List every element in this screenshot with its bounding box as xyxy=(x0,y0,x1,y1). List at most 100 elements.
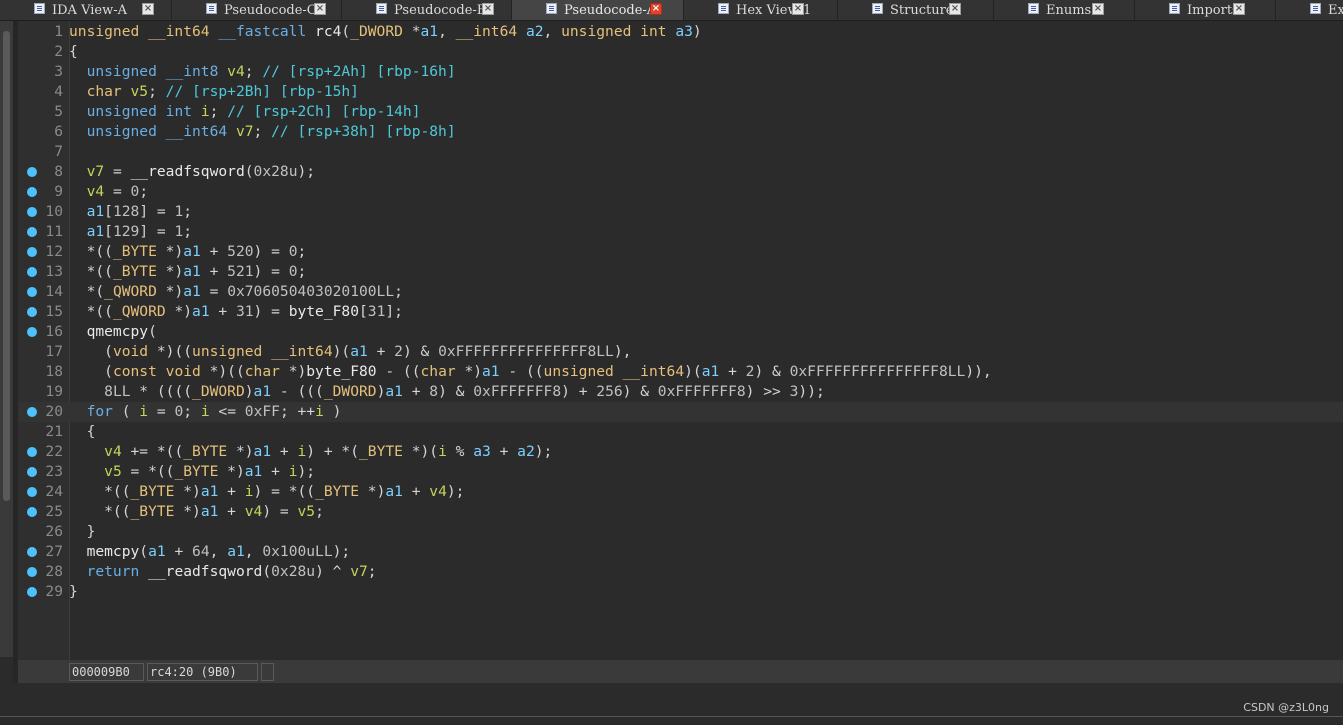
code-line[interactable]: 15 *((_QWORD *)a1 + 31) = byte_F80[31]; xyxy=(18,302,1343,322)
code-line[interactable]: 6 unsigned __int64 v7; // [rsp+38h] [rbp… xyxy=(18,122,1343,142)
code-area[interactable]: 1 unsigned __int64 __fastcall rc4(_DWORD … xyxy=(18,21,1343,660)
breakpoint-dot-icon[interactable] xyxy=(27,187,37,197)
breakpoint-dot-icon[interactable] xyxy=(27,567,37,577)
tab-hex-view-1[interactable]: Hex View-1 × xyxy=(684,0,838,20)
code-text[interactable]: (const void *)((char *)byte_F80 - ((char… xyxy=(69,362,992,382)
code-line[interactable]: 5 unsigned int i; // [rsp+2Ch] [rbp-14h] xyxy=(18,102,1343,122)
code-line[interactable]: 28 return __readfsqword(0x28u) ^ v7; xyxy=(18,562,1343,582)
code-text[interactable]: } xyxy=(69,582,78,602)
code-text[interactable]: *((_BYTE *)a1 + 521) = 0; xyxy=(69,262,307,282)
code-text[interactable]: *((_QWORD *)a1 + 31) = byte_F80[31]; xyxy=(69,302,403,322)
tab-expo[interactable]: Expo xyxy=(1276,0,1343,20)
code-line[interactable]: 1 unsigned __int64 __fastcall rc4(_DWORD … xyxy=(18,22,1343,42)
code-line[interactable]: 17 (void *)((unsigned __int64)(a1 + 2) &… xyxy=(18,342,1343,362)
code-text[interactable]: { xyxy=(69,422,96,442)
code-text[interactable]: *(_QWORD *)a1 = 0x706050403020100LL; xyxy=(69,282,403,302)
code-line[interactable]: 16 qmemcpy( xyxy=(18,322,1343,342)
left-scrollbar-thumb[interactable] xyxy=(3,31,10,501)
code-line[interactable]: 22 v4 += *((_BYTE *)a1 + i) + *(_BYTE *)… xyxy=(18,442,1343,462)
close-icon[interactable]: × xyxy=(792,3,804,15)
code-text[interactable]: *((_BYTE *)a1 + 520) = 0; xyxy=(69,242,307,262)
code-text[interactable]: for ( i = 0; i <= 0xFF; ++i ) xyxy=(69,402,342,422)
code-line[interactable]: 26 } xyxy=(18,522,1343,542)
close-icon[interactable]: × xyxy=(650,3,662,15)
code-line[interactable]: 21 { xyxy=(18,422,1343,442)
code-line[interactable]: 9 v4 = 0; xyxy=(18,182,1343,202)
code-text[interactable]: v7 = __readfsqword(0x28u); xyxy=(69,162,315,182)
code-text[interactable]: 8LL * ((((_DWORD)a1 - (((_DWORD)a1 + 8) … xyxy=(69,382,825,402)
code-text[interactable]: { xyxy=(69,42,78,62)
breakpoint-dot-icon[interactable] xyxy=(27,407,37,417)
pseudocode-editor[interactable]: 1 unsigned __int64 __fastcall rc4(_DWORD … xyxy=(18,21,1343,660)
code-line[interactable]: 11 a1[129] = 1; xyxy=(18,222,1343,242)
close-icon[interactable]: × xyxy=(1092,3,1104,15)
tab-pseudocode-a[interactable]: Pseudocode-A × xyxy=(512,0,684,20)
code-line[interactable]: 18 (const void *)((char *)byte_F80 - ((c… xyxy=(18,362,1343,382)
tab-pseudocode-b[interactable]: Pseudocode-B × xyxy=(342,0,512,20)
breakpoint-dot-icon[interactable] xyxy=(27,587,37,597)
code-line[interactable]: 19 8LL * ((((_DWORD)a1 - (((_DWORD)a1 + … xyxy=(18,382,1343,402)
breakpoint-dot-icon[interactable] xyxy=(27,467,37,477)
breakpoint-dot-icon[interactable] xyxy=(27,547,37,557)
breakpoint-dot-icon[interactable] xyxy=(27,267,37,277)
breakpoint-dot-icon[interactable] xyxy=(27,307,37,317)
tab-ida-view-a[interactable]: IDA View-A × xyxy=(0,0,172,20)
code-line[interactable]: 24 *((_BYTE *)a1 + i) = *((_BYTE *)a1 + … xyxy=(18,482,1343,502)
close-icon[interactable]: × xyxy=(482,3,494,15)
breakpoint-dot-icon[interactable] xyxy=(27,507,37,517)
code-text[interactable]: (void *)((unsigned __int64)(a1 + 2) & 0x… xyxy=(69,342,631,362)
code-text[interactable]: unsigned __int8 v4; // [rsp+2Ah] [rbp-16… xyxy=(69,62,456,82)
code-line[interactable]: 13 *((_BYTE *)a1 + 521) = 0; xyxy=(18,262,1343,282)
tab-enums[interactable]: Enums × xyxy=(994,0,1135,20)
breakpoint-dot-icon[interactable] xyxy=(27,447,37,457)
breakpoint-dot-icon[interactable] xyxy=(27,287,37,297)
code-line[interactable]: 7 xyxy=(18,142,1343,162)
close-icon[interactable]: × xyxy=(314,3,326,15)
tab-imports[interactable]: Imports × xyxy=(1135,0,1276,20)
code-line[interactable]: 27 memcpy(a1 + 64, a1, 0x100uLL); xyxy=(18,542,1343,562)
code-line[interactable]: 23 v5 = *((_BYTE *)a1 + i); xyxy=(18,462,1343,482)
code-line[interactable]: 20 for ( i = 0; i <= 0xFF; ++i ) xyxy=(18,402,1343,422)
breakpoint-dot-icon[interactable] xyxy=(27,487,37,497)
breakpoint-dot-icon[interactable] xyxy=(27,327,37,337)
code-line[interactable]: 29} xyxy=(18,582,1343,602)
code-text[interactable]: unsigned __int64 v7; // [rsp+38h] [rbp-8… xyxy=(69,122,456,142)
code-text[interactable]: *((_BYTE *)a1 + i) = *((_BYTE *)a1 + v4)… xyxy=(69,482,464,502)
code-line[interactable]: 10 a1[128] = 1; xyxy=(18,202,1343,222)
code-text[interactable]: char v5; // [rsp+2Bh] [rbp-15h] xyxy=(69,82,359,102)
code-line[interactable]: 2{ xyxy=(18,42,1343,62)
code-text[interactable]: unsigned int i; // [rsp+2Ch] [rbp-14h] xyxy=(69,102,421,122)
close-icon[interactable]: × xyxy=(1233,3,1245,15)
code-line[interactable]: 8 v7 = __readfsqword(0x28u); xyxy=(18,162,1343,182)
code-line[interactable]: 12 *((_BYTE *)a1 + 520) = 0; xyxy=(18,242,1343,262)
tab-view-icon xyxy=(718,3,729,14)
code-text[interactable]: unsigned __int64 __fastcall rc4(_DWORD *… xyxy=(69,22,702,42)
tab-view-icon xyxy=(546,3,557,14)
breakpoint-dot-icon[interactable] xyxy=(27,227,37,237)
tab-pseudocode-c[interactable]: Pseudocode-C × xyxy=(172,0,342,20)
tab-label: Pseudocode-B xyxy=(394,2,487,18)
code-text[interactable]: memcpy(a1 + 64, a1, 0x100uLL); xyxy=(69,542,351,562)
tab-structures[interactable]: Structures × xyxy=(838,0,994,20)
code-text[interactable]: v4 = 0; xyxy=(69,182,149,202)
tab-view-icon xyxy=(34,3,45,14)
code-text[interactable]: a1[129] = 1; xyxy=(69,222,192,242)
line-number: 11 xyxy=(45,223,63,240)
code-text[interactable]: a1[128] = 1; xyxy=(69,202,192,222)
code-text[interactable]: *((_BYTE *)a1 + v4) = v5; xyxy=(69,502,324,522)
line-number: 26 xyxy=(45,523,63,540)
code-line[interactable]: 25 *((_BYTE *)a1 + v4) = v5; xyxy=(18,502,1343,522)
code-text[interactable]: return __readfsqword(0x28u) ^ v7; xyxy=(69,562,377,582)
breakpoint-dot-icon[interactable] xyxy=(27,207,37,217)
code-text[interactable]: v5 = *((_BYTE *)a1 + i); xyxy=(69,462,315,482)
code-text[interactable]: v4 += *((_BYTE *)a1 + i) + *(_BYTE *)(i … xyxy=(69,442,552,462)
code-line[interactable]: 14 *(_QWORD *)a1 = 0x706050403020100LL; xyxy=(18,282,1343,302)
close-icon[interactable]: × xyxy=(949,3,961,15)
close-icon[interactable]: × xyxy=(142,3,154,15)
code-text[interactable]: qmemcpy( xyxy=(69,322,157,342)
code-line[interactable]: 4 char v5; // [rsp+2Bh] [rbp-15h] xyxy=(18,82,1343,102)
code-line[interactable]: 3 unsigned __int8 v4; // [rsp+2Ah] [rbp-… xyxy=(18,62,1343,82)
breakpoint-dot-icon[interactable] xyxy=(27,167,37,177)
breakpoint-dot-icon[interactable] xyxy=(27,247,37,257)
code-text[interactable]: } xyxy=(69,522,96,542)
